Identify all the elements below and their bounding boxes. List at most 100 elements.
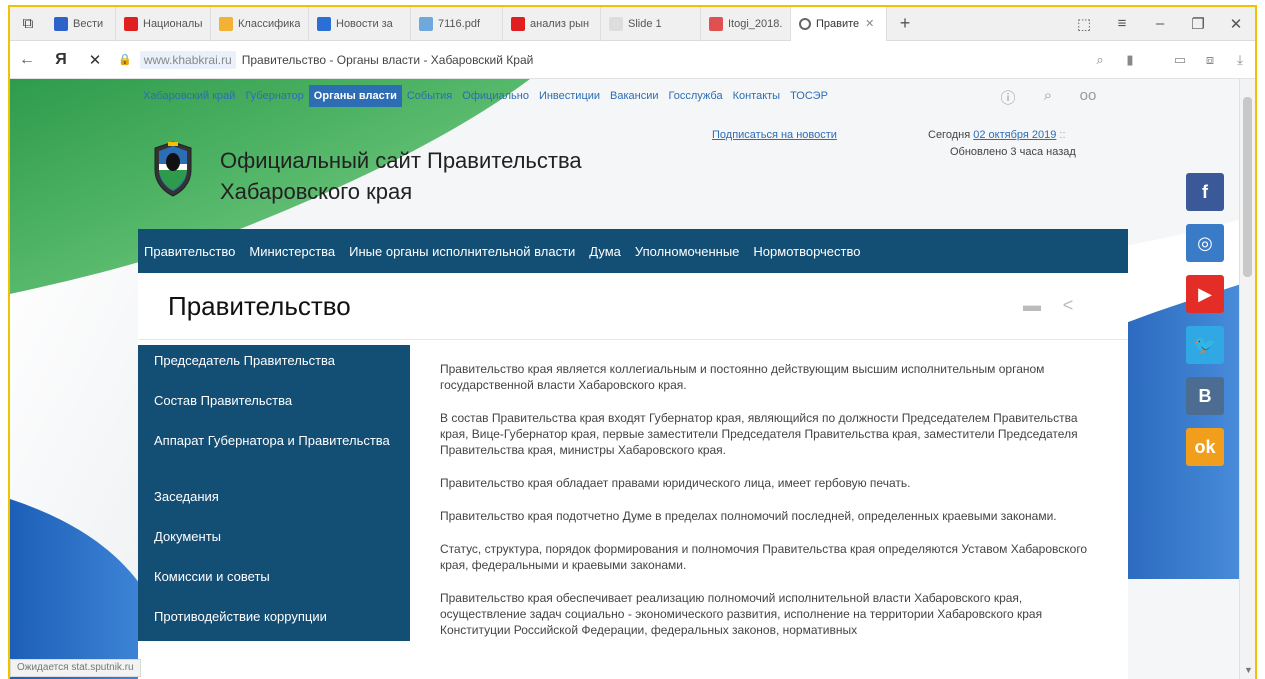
- menu-icon[interactable]: ≡: [1103, 15, 1141, 32]
- divider: [138, 339, 1128, 340]
- browser-tab-strip: ⧉ Вести Национальн Классифика Новости за 711…: [10, 7, 1255, 41]
- top-nav-item[interactable]: Хабаровский край: [138, 85, 240, 107]
- content-paragraph: Правительство края обеспечивает реализац…: [440, 591, 1043, 637]
- close-tab-icon[interactable]: ✕: [865, 17, 874, 30]
- main-menu-item[interactable]: Министерства: [249, 244, 335, 259]
- top-nav-item[interactable]: Контакты: [728, 85, 786, 107]
- browser-tab[interactable]: Itogi_2018.: [701, 7, 791, 41]
- site-title-line2: Хабаровского края: [220, 179, 413, 204]
- close-window-icon[interactable]: ✕: [1217, 15, 1255, 33]
- window-controls: ⬚ ≡ – ❐ ✕: [1065, 15, 1255, 33]
- main-menu-item[interactable]: Иные органы исполнительной власти: [349, 244, 575, 259]
- favicon-icon: [54, 16, 68, 31]
- favicon-icon: [511, 16, 525, 31]
- tab-label: Itogi_2018.: [728, 17, 782, 30]
- top-nav-item[interactable]: События: [402, 85, 457, 107]
- tabs-overview-icon[interactable]: ⧉: [10, 15, 46, 32]
- vk-icon[interactable]: В: [1186, 377, 1224, 415]
- site-title-line1: Официальный сайт Правительства: [220, 148, 582, 173]
- main-menu-item[interactable]: Уполномоченные: [635, 244, 739, 259]
- lock-icon: 🔒: [118, 54, 132, 66]
- status-bar: Ожидается stat.sputnik.ru: [10, 659, 141, 677]
- extensions-icon[interactable]: ⧈: [1195, 52, 1225, 68]
- side-menu-item[interactable]: Председатель Правительства: [154, 353, 404, 369]
- site-top-nav: Хабаровский край Губернатор Органы власти С…: [138, 85, 833, 107]
- yandex-logo-icon[interactable]: Я: [44, 51, 78, 69]
- tab-list: Вести Национальн Классифика Новости за 7116.…: [46, 7, 887, 41]
- download-icon[interactable]: ⤓: [1225, 52, 1255, 68]
- twitter-icon[interactable]: 🐦: [1186, 326, 1224, 364]
- tab-label: Slide 1: [628, 17, 662, 30]
- screenshot-frame: ⧉ Вести Национальн Классифика Новости за 711…: [8, 5, 1257, 679]
- accessibility-glasses-icon[interactable]: oo: [1068, 87, 1108, 108]
- top-nav-item[interactable]: ТОСЭР: [785, 85, 833, 107]
- search-icon[interactable]: ⌕: [1028, 87, 1068, 108]
- url-field[interactable]: 🔒 www.khabkrai.ru Правительство - Органы…: [118, 50, 534, 69]
- favicon-icon: [799, 17, 811, 30]
- reader-mode-icon[interactable]: ⌕: [1085, 52, 1115, 68]
- page-scrollbar[interactable]: ▼: [1239, 79, 1255, 679]
- top-nav-item[interactable]: Губернатор: [240, 85, 308, 107]
- calendar-icon[interactable]: ::: [1059, 129, 1065, 141]
- new-tab-button[interactable]: +: [887, 13, 923, 34]
- today-date-link[interactable]: 02 октября 2019: [973, 129, 1056, 141]
- side-menu-item[interactable]: Противодействие коррупции: [154, 609, 404, 625]
- content-paragraph: Правительство края является коллегиальны…: [440, 362, 1045, 392]
- tab-label: анализ рын: [530, 17, 590, 30]
- side-menu-item[interactable]: Состав Правительства: [154, 393, 404, 409]
- youtube-icon[interactable]: ▶: [1186, 275, 1224, 313]
- page-content: Правительство края является коллегиальны…: [440, 361, 1100, 655]
- browser-tab[interactable]: Slide 1: [601, 7, 701, 41]
- browser-tab[interactable]: анализ рын: [503, 7, 601, 41]
- bookmark-icon[interactable]: ▮: [1115, 52, 1145, 68]
- main-menu-item[interactable]: Дума: [589, 244, 621, 259]
- coat-of-arms-icon: [154, 141, 192, 197]
- browser-tab[interactable]: Правите ✕: [791, 7, 887, 41]
- share-icon[interactable]: <: [1050, 295, 1086, 316]
- facebook-icon[interactable]: f: [1186, 173, 1224, 211]
- subscribe-link[interactable]: Подписаться на новости: [712, 129, 837, 141]
- battery-icon[interactable]: ▭: [1165, 52, 1195, 68]
- content-paragraph: В состав Правительства края входят Губер…: [440, 411, 1078, 457]
- tab-label: Новости за: [336, 17, 393, 30]
- browser-tab[interactable]: Новости за: [309, 7, 411, 41]
- side-menu-item[interactable]: Аппарат Губернатора и Правительства: [154, 433, 404, 449]
- site-title: Официальный сайт Правительства Хабаровск…: [220, 145, 582, 207]
- browser-tab[interactable]: Классифика: [211, 7, 309, 41]
- page-tools: ▬ <: [1014, 295, 1086, 316]
- browser-tab[interactable]: Вести: [46, 7, 116, 41]
- restore-icon[interactable]: ❐: [1179, 15, 1217, 33]
- odnoklassniki-icon[interactable]: ok: [1186, 428, 1224, 466]
- info-icon[interactable]: ⓘ: [988, 87, 1028, 108]
- top-nav-item[interactable]: Вакансии: [605, 85, 664, 107]
- top-nav-tools: ⓘ ⌕ oo: [988, 87, 1108, 108]
- bookmarks-icon[interactable]: ⬚: [1065, 15, 1103, 33]
- stop-loading-icon[interactable]: ✕: [78, 51, 112, 69]
- instagram-icon[interactable]: ◎: [1186, 224, 1224, 262]
- scrollbar-thumb[interactable]: [1243, 97, 1252, 277]
- main-menu-item[interactable]: Правительство: [144, 244, 235, 259]
- updated-time: Обновлено 3 часа назад: [950, 146, 1076, 158]
- browser-tab[interactable]: Национальн: [116, 7, 211, 41]
- minimize-icon[interactable]: –: [1141, 15, 1179, 32]
- browser-tab[interactable]: 7116.pdf: [411, 7, 503, 41]
- tab-label: Правите: [816, 17, 860, 30]
- top-nav-item[interactable]: Госслужба: [664, 85, 728, 107]
- side-menu: Председатель Правительства Состав Правите…: [138, 345, 410, 641]
- print-icon[interactable]: ▬: [1014, 295, 1050, 316]
- favicon-icon: [317, 16, 331, 31]
- content-panel: Правительство ▬ < Председатель Правитель…: [138, 273, 1128, 679]
- scroll-down-icon[interactable]: ▼: [1244, 665, 1253, 675]
- side-menu-item[interactable]: Заседания: [154, 489, 404, 505]
- main-menu-item[interactable]: Нормотворчество: [753, 244, 860, 259]
- top-nav-item[interactable]: Инвестиции: [534, 85, 605, 107]
- top-nav-item[interactable]: Органы власти: [308, 85, 402, 107]
- back-icon[interactable]: ←: [10, 51, 44, 69]
- content-paragraph: Правительство края подотчетно Думе в пре…: [440, 509, 1057, 523]
- side-menu-item[interactable]: Комиссии и советы: [154, 569, 404, 585]
- site-header: Официальный сайт Правительства Хабаровск…: [138, 113, 1128, 229]
- page-viewport: Хабаровский край Губернатор Органы власти С…: [10, 79, 1241, 679]
- url-page-title: Правительство - Органы власти - Хабаровс…: [241, 52, 534, 67]
- top-nav-item[interactable]: Официально: [457, 85, 534, 107]
- side-menu-item[interactable]: Документы: [154, 529, 404, 545]
